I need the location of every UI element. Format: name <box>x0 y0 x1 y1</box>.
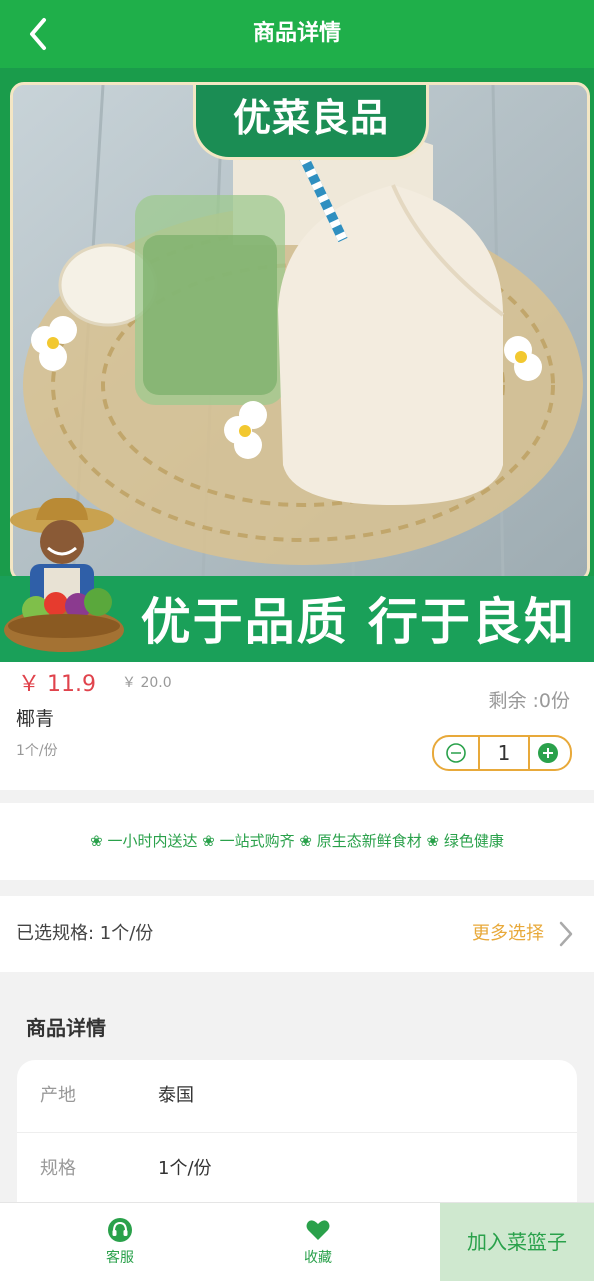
customer-service-button[interactable]: 客服 <box>50 1203 190 1281</box>
quantity-value[interactable]: 1 <box>478 737 530 769</box>
chevron-right-icon <box>559 921 573 947</box>
farmer-mascot-illustration <box>0 497 132 662</box>
heart-icon <box>306 1220 330 1240</box>
spec-selector[interactable]: 已选规格: 1个/份 更多选择 <box>0 896 594 972</box>
plus-icon <box>538 743 558 763</box>
increase-quantity-button[interactable] <box>526 737 570 769</box>
detail-value: 1个/份 <box>158 1158 212 1179</box>
product-info-panel: ￥ 11.9 ￥ 20.0 椰青 1个/份 剩余 :0份 1 <box>0 662 594 790</box>
original-price: ￥ 20.0 <box>122 675 172 691</box>
product-name: 椰青 <box>16 708 55 730</box>
favorite-button[interactable]: 收藏 <box>248 1203 388 1281</box>
favorite-label: 收藏 <box>304 1250 332 1266</box>
product-unit: 1个/份 <box>16 743 58 759</box>
detail-key: 规格 <box>40 1158 76 1179</box>
top-nav-bar: 商品详情 <box>0 0 594 68</box>
detail-section-title: 商品详情 <box>26 1016 106 1040</box>
minus-icon <box>446 743 466 763</box>
detail-value: 泰国 <box>158 1085 194 1106</box>
quantity-stepper: 1 <box>432 735 572 771</box>
add-to-basket-button[interactable]: 加入菜篮子 <box>440 1203 594 1281</box>
selected-spec-label: 已选规格: 1个/份 <box>16 923 154 944</box>
stock-remaining: 剩余 :0份 <box>488 690 570 712</box>
brand-logo: 优菜良品 <box>193 85 429 160</box>
more-options-link[interactable]: 更多选择 <box>472 896 544 972</box>
customer-service-label: 客服 <box>106 1250 134 1266</box>
bottom-action-bar: 客服 收藏 加入菜篮子 <box>0 1202 594 1281</box>
decrease-quantity-button[interactable] <box>434 737 478 769</box>
headset-icon <box>108 1218 132 1242</box>
page-title: 商品详情 <box>252 21 341 46</box>
product-hero-image: 优菜良品 优于品质 行于良知 <box>0 68 594 662</box>
slogan-text: 优于品质 行于良知 <box>140 593 576 651</box>
detail-row-origin: 产地 泰国 <box>17 1060 577 1133</box>
detail-key: 产地 <box>40 1085 76 1106</box>
detail-row-spec: 规格 1个/份 <box>17 1133 577 1205</box>
current-price: ￥ 11.9 <box>18 672 96 697</box>
service-features: ❀ 一小时内送达 ❀ 一站式购齐 ❀ 原生态新鲜食材 ❀ 绿色健康 <box>0 803 594 880</box>
